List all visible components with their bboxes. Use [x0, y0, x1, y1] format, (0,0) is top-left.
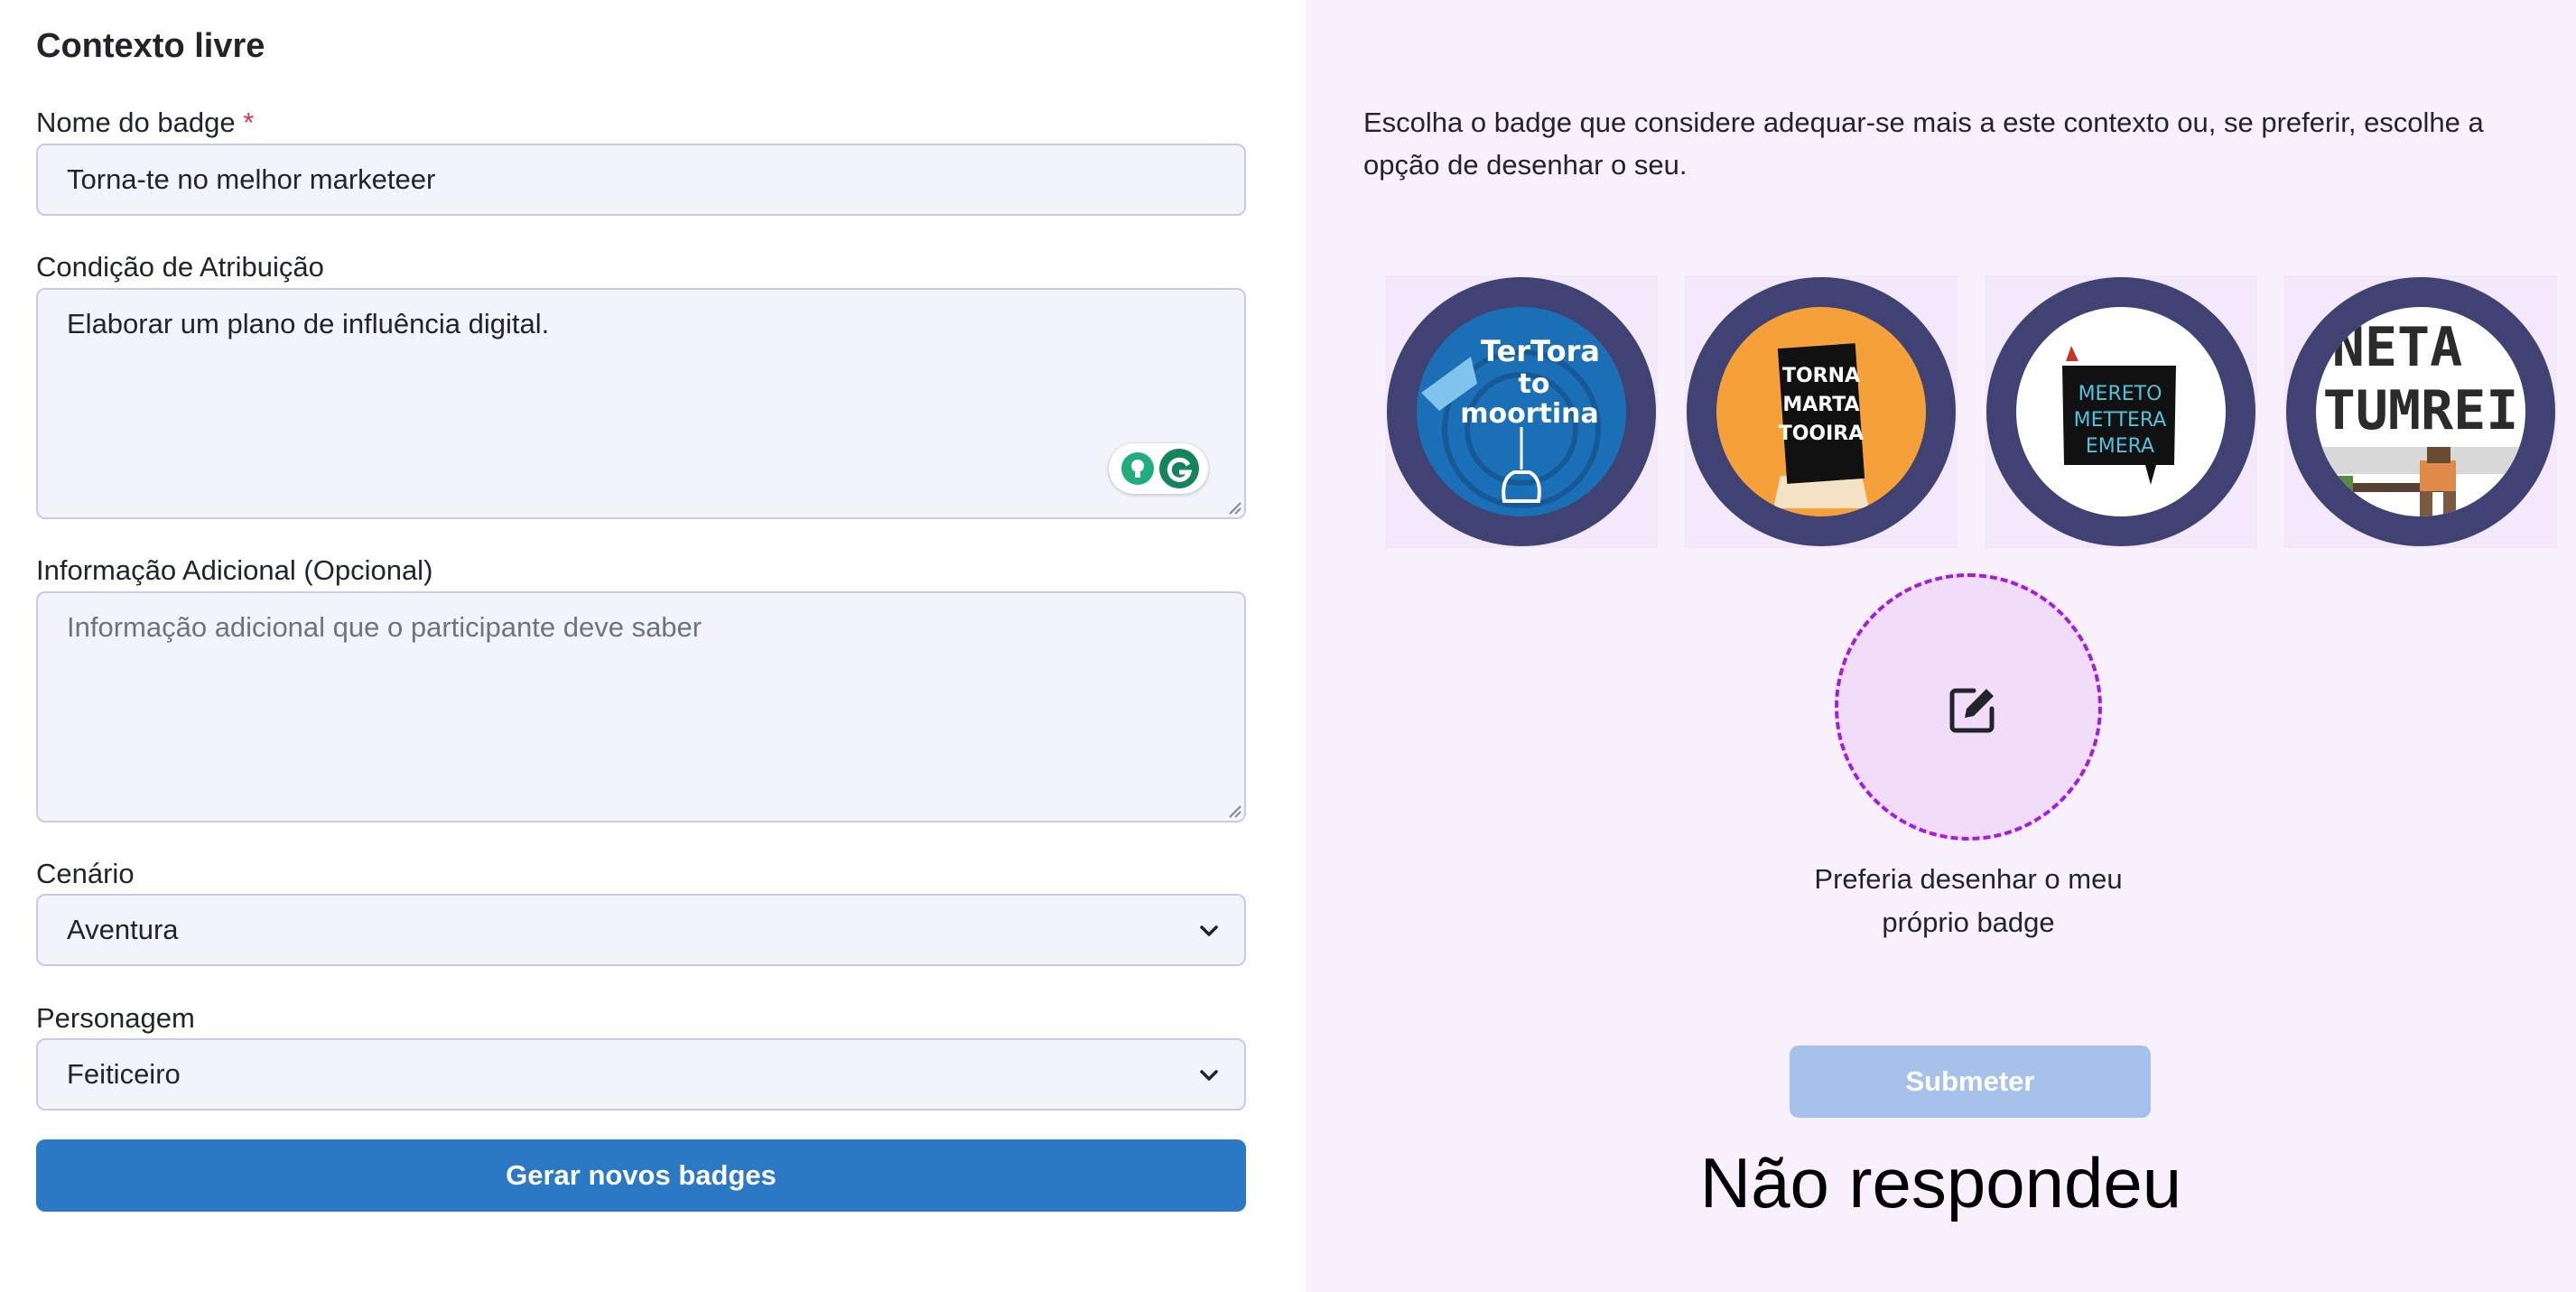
- submit-button[interactable]: Submeter: [1790, 1046, 2151, 1118]
- badge-3-text-line-1: MERETO: [2078, 383, 2162, 405]
- badge-2-text-line-3: TOOIRA: [1779, 423, 1865, 445]
- badge-form: Contexto livre Nome do badge * Torna-te …: [0, 0, 1306, 1292]
- grammarly-icon: [1121, 449, 1199, 488]
- character-value: Feiticeiro: [67, 1058, 181, 1090]
- badge-3-text-line-3: EMERA: [2086, 435, 2154, 458]
- badge-image-1: TerTora to moortina: [1387, 277, 1656, 546]
- badge-image-3: MERETO METTERA EMERA: [1986, 277, 2255, 546]
- additional-info-placeholder: Informação adicional que o participante …: [67, 611, 702, 643]
- badge-name-input[interactable]: Torna-te no melhor marketeer: [36, 144, 1246, 216]
- character-label: Personagem: [36, 1002, 195, 1034]
- status-caption: Não respondeu: [1699, 1143, 2182, 1222]
- resize-handle-icon[interactable]: [1226, 499, 1242, 516]
- additional-info-label: Informação Adicional (Opcional): [36, 554, 433, 586]
- condition-label: Condição de Atribuição: [36, 251, 324, 283]
- scenario-label: Cenário: [36, 858, 135, 889]
- badge-1-text-line-1: TerTora: [1481, 334, 1600, 368]
- condition-textarea[interactable]: Elaborar um plano de influência digital.: [36, 288, 1246, 519]
- badge-name-label: Nome do badge *: [36, 107, 255, 138]
- resize-handle-icon[interactable]: [1226, 803, 1242, 819]
- draw-own-badge-option[interactable]: [1835, 573, 2102, 841]
- badge-option-2[interactable]: TORNA MARTA TOOIRA: [1685, 275, 1958, 548]
- badge-selection-panel: Escolha o badge que considere adequar-se…: [1306, 0, 2576, 1292]
- badge-name-value: Torna-te no melhor marketeer: [67, 163, 436, 195]
- badge-option-1[interactable]: TerTora to moortina: [1385, 275, 1658, 548]
- badge-1-text-line-2: to: [1519, 368, 1550, 400]
- chevron-down-icon: [1200, 1070, 1218, 1081]
- additional-info-textarea[interactable]: Informação adicional que o participante …: [36, 591, 1246, 823]
- character-select[interactable]: Feiticeiro: [36, 1038, 1246, 1111]
- badge-option-4[interactable]: NETA TUMREI: [2284, 275, 2557, 548]
- selection-instructions: Escolha o badge que considere adequar-se…: [1363, 107, 2484, 181]
- edit-icon: [1949, 688, 1995, 733]
- scenario-select[interactable]: Aventura: [36, 894, 1246, 966]
- badge-4-text-line-2: TUMREI: [2323, 379, 2519, 442]
- scenario-value: Aventura: [67, 914, 179, 945]
- condition-value: Elaborar um plano de influência digital.: [67, 308, 550, 339]
- required-mark: *: [243, 107, 255, 138]
- form-heading: Contexto livre: [36, 27, 265, 65]
- badge-image-2: TORNA MARTA TOOIRA: [1687, 277, 1956, 546]
- badge-3-text-line-2: METTERA: [2074, 409, 2167, 432]
- generate-badges-button[interactable]: Gerar novos badges: [36, 1139, 1246, 1212]
- badge-2-text-line-1: TORNA: [1782, 365, 1860, 387]
- badge-2-text-line-2: MARTA: [1782, 394, 1859, 416]
- grammarly-widget[interactable]: [1109, 443, 1208, 494]
- draw-own-badge-label: Preferia desenhar o meu próprio badge: [1814, 863, 2123, 938]
- badge-1-text-line-3: moortina: [1460, 398, 1599, 430]
- chevron-down-icon: [1200, 925, 1218, 936]
- badge-option-3[interactable]: MERETO METTERA EMERA: [1985, 275, 2257, 548]
- badge-image-4: NETA TUMREI: [2286, 277, 2555, 546]
